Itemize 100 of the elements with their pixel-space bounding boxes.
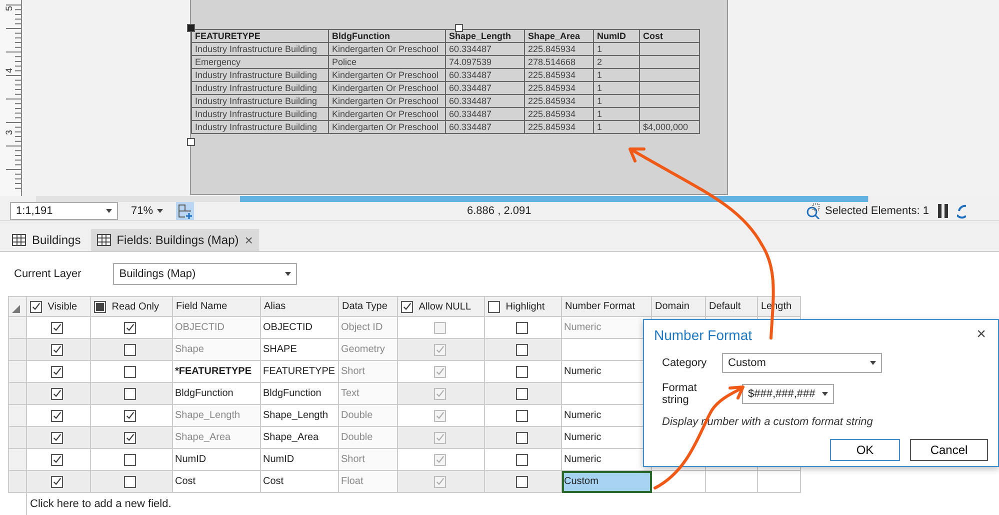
format-string-dropdown[interactable]: $###,###,###	[742, 384, 834, 404]
checkbox[interactable]	[51, 476, 63, 488]
checkbox[interactable]	[516, 322, 528, 334]
grid-cell[interactable]: SHAPE	[260, 338, 338, 360]
checkbox[interactable]	[434, 454, 446, 466]
zoom-dropdown[interactable]: 71%	[126, 202, 168, 220]
table-cell: Industry Infrastructure Building	[192, 82, 328, 94]
checkbox[interactable]	[124, 322, 136, 334]
grid-cell[interactable]: Cost	[172, 470, 260, 492]
column-label: Domain	[655, 300, 690, 312]
table-cell: 60.334487	[446, 82, 524, 94]
close-button[interactable]: ×	[976, 326, 986, 344]
checkbox[interactable]	[434, 322, 446, 334]
grid-cell[interactable]: Object ID	[338, 316, 398, 338]
caret-icon	[822, 392, 828, 396]
checkbox[interactable]	[51, 388, 63, 400]
caret-icon	[157, 208, 163, 213]
table-cell: Kindergarten Or Preschool	[328, 82, 446, 94]
column-header[interactable]: Number Format	[562, 296, 652, 316]
checkbox[interactable]	[516, 432, 528, 444]
checkbox[interactable]	[434, 366, 446, 378]
selection-handle[interactable]	[187, 24, 195, 32]
checkbox[interactable]	[124, 454, 136, 466]
checkbox[interactable]	[51, 454, 63, 466]
add-field-row[interactable]: Click here to add a new field.	[26, 493, 999, 515]
select-all-icon[interactable]	[12, 305, 20, 313]
horizontal-scrollbar[interactable]	[36, 196, 869, 202]
column-header[interactable]: Alias	[260, 296, 338, 316]
checkbox[interactable]	[434, 344, 446, 356]
pause-icon[interactable]	[936, 204, 949, 218]
checkbox[interactable]	[51, 410, 63, 422]
column-header[interactable]: Default	[706, 296, 758, 316]
column-label: Read Only	[112, 301, 160, 312]
coordinates-text: 6.886 , 2.091	[467, 204, 532, 217]
checkbox[interactable]	[51, 344, 63, 356]
category-dropdown[interactable]: Custom	[722, 353, 882, 373]
checkbox[interactable]	[30, 300, 42, 312]
refresh-icon[interactable]	[956, 202, 966, 219]
grid-cell[interactable]: Cost	[260, 470, 338, 492]
checkbox[interactable]	[516, 388, 528, 400]
scale-dropdown[interactable]: 1:1,191	[10, 202, 118, 220]
checkbox[interactable]	[51, 432, 63, 444]
tab[interactable]: Buildings	[6, 229, 87, 251]
caret-icon	[870, 361, 876, 365]
current-layer-dropdown[interactable]: Buildings (Map)	[113, 263, 298, 285]
checkbox[interactable]	[516, 366, 528, 378]
column-label: Data Type	[342, 300, 388, 312]
column-header[interactable]: Highlight	[484, 296, 562, 316]
table-cell	[640, 82, 700, 94]
checkbox[interactable]	[401, 300, 413, 312]
column-header[interactable]: Domain	[652, 296, 706, 316]
column-header[interactable]: Visible	[26, 296, 90, 316]
table-cell	[640, 56, 700, 68]
grid-cell[interactable]: *FEATURETYPE	[172, 360, 260, 382]
close-tab-button[interactable]: ×	[244, 232, 253, 248]
selection-handle[interactable]	[187, 138, 195, 146]
tab[interactable]: Fields: Buildings (Map) ×	[90, 229, 259, 251]
table-cell: Industry Infrastructure Building	[192, 68, 328, 82]
grid-cell[interactable]: Shape_Area	[260, 426, 338, 448]
checkbox[interactable]	[124, 388, 136, 400]
dialog-button[interactable]: Cancel	[910, 439, 988, 461]
checkbox[interactable]	[516, 344, 528, 356]
checkbox[interactable]	[516, 476, 528, 488]
zoom-to-selection-icon[interactable]	[805, 202, 821, 219]
checkbox[interactable]	[124, 410, 136, 422]
selection-handle[interactable]	[455, 24, 463, 32]
checkbox[interactable]	[124, 476, 136, 488]
table-cell: 1	[594, 108, 640, 120]
category-label: Category	[662, 357, 708, 369]
table-cell: 60.334487	[446, 42, 524, 56]
column-header[interactable]: Read Only	[90, 296, 172, 316]
table-icon	[12, 234, 26, 246]
dialog-button[interactable]: OK	[830, 439, 900, 461]
grid-cell[interactable]: Custom	[562, 470, 652, 492]
checkbox[interactable]	[51, 322, 63, 334]
column-header[interactable]: Data Type	[338, 296, 398, 316]
checkbox[interactable]	[434, 476, 446, 488]
table-cell: 60.334487	[446, 120, 524, 134]
grid-cell[interactable]: FEATURETYPE	[260, 360, 338, 382]
grid-icon[interactable]	[176, 202, 194, 220]
checkbox[interactable]	[94, 300, 106, 312]
table-cell: $4,000,000	[640, 120, 700, 134]
checkbox[interactable]	[434, 388, 446, 400]
column-header[interactable]: Field Name	[172, 296, 260, 316]
checkbox[interactable]	[516, 410, 528, 422]
table-header-cell: FEATURETYPE	[192, 30, 328, 42]
column-label: Highlight	[506, 301, 545, 312]
checkbox[interactable]	[51, 366, 63, 378]
checkbox[interactable]	[124, 344, 136, 356]
checkbox[interactable]	[488, 300, 500, 312]
checkbox[interactable]	[434, 432, 446, 444]
checkbox[interactable]	[516, 454, 528, 466]
table-cell: Industry Infrastructure Building	[192, 94, 328, 108]
column-header[interactable]: Allow NULL	[398, 296, 484, 316]
checkbox[interactable]	[434, 410, 446, 422]
checkbox[interactable]	[124, 366, 136, 378]
grid-cell[interactable]: NumID	[260, 448, 338, 470]
grid-cell[interactable]: NumID	[172, 448, 260, 470]
table-cell: 225.845934	[524, 120, 594, 134]
checkbox[interactable]	[124, 432, 136, 444]
